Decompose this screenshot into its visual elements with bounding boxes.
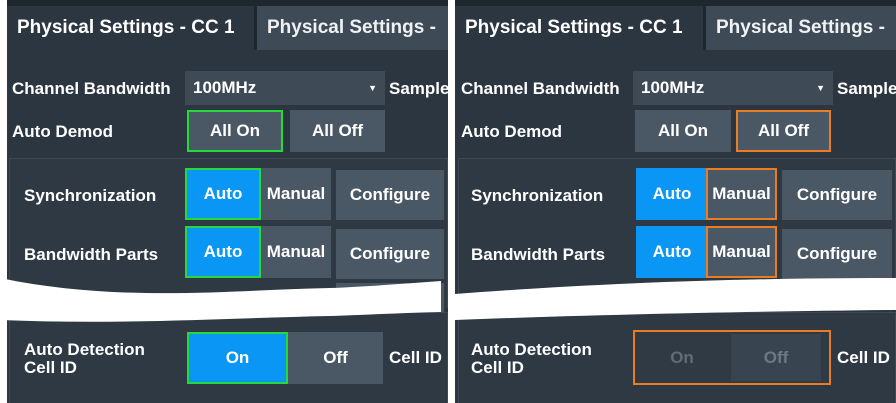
break-band-right — [455, 278, 896, 320]
excerpt-break-band — [0, 278, 896, 322]
break-band-left — [0, 278, 441, 322]
